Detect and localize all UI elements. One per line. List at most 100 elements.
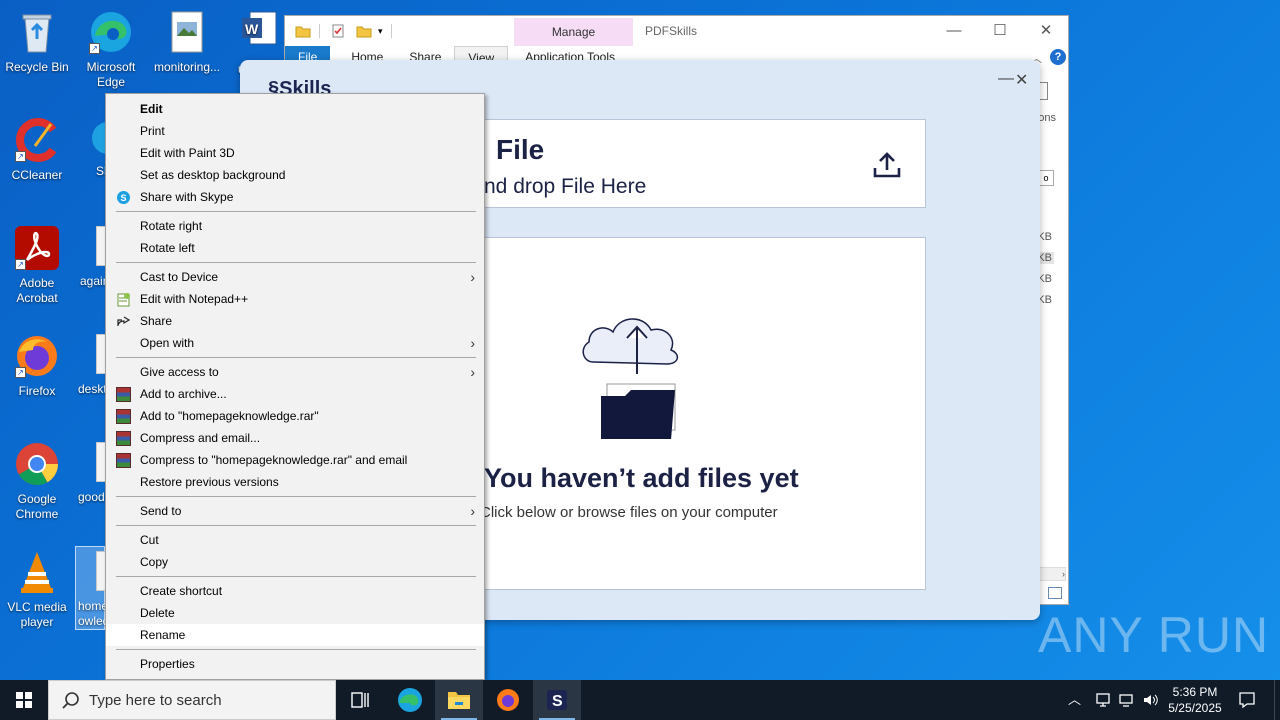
taskbar-edge[interactable] xyxy=(386,680,434,720)
volume-icon[interactable] xyxy=(1142,692,1160,708)
pdfskills-icon: S xyxy=(547,690,567,710)
shortcut-arrow-icon: ↗ xyxy=(89,43,100,54)
menu-item-add-to-archive[interactable]: Add to archive... xyxy=(106,383,484,405)
network-icon[interactable] xyxy=(1094,692,1112,708)
menu-item-compress-to-rar-and-email[interactable]: Compress to "homepageknowledge.rar" and … xyxy=(106,449,484,471)
menu-item-set-as-desktop-background[interactable]: Set as desktop background xyxy=(106,164,484,186)
start-button[interactable] xyxy=(0,680,48,720)
notifications-icon[interactable] xyxy=(1238,691,1256,709)
display-icon[interactable] xyxy=(1118,692,1136,708)
desktop-icon-homepageknowledge-selected[interactable]: home owled xyxy=(75,546,109,630)
menu-item-edit-with-paint-3d[interactable]: Edit with Paint 3D xyxy=(106,142,484,164)
winrar-icon xyxy=(116,409,131,424)
menu-item-edit[interactable]: Edit xyxy=(106,98,484,120)
vlc-icon xyxy=(13,548,61,596)
upload-icon[interactable] xyxy=(873,150,901,178)
menu-separator xyxy=(116,525,476,526)
folder-icon xyxy=(295,26,311,38)
menu-item-restore-previous-versions[interactable]: Restore previous versions xyxy=(106,471,484,493)
taskbar-pdfskills[interactable]: S xyxy=(533,680,581,720)
show-hidden-icons[interactable]: ︿ xyxy=(1068,680,1081,720)
menu-item-give-access-to[interactable]: Give access to › xyxy=(106,361,484,383)
menu-separator xyxy=(116,262,476,263)
menu-separator xyxy=(116,496,476,497)
winrar-icon xyxy=(116,453,131,468)
word-icon: W xyxy=(240,8,282,56)
menu-item-print[interactable]: Print xyxy=(106,120,484,142)
minimize-icon[interactable]: — xyxy=(931,16,977,46)
show-desktop-button[interactable] xyxy=(1274,680,1280,720)
clock-time: 5:36 PM xyxy=(1172,685,1218,699)
winrar-icon xyxy=(116,387,131,402)
horizontal-scrollbar[interactable]: › xyxy=(1038,567,1066,581)
submenu-arrow-icon: › xyxy=(470,503,475,519)
desktop-icon-acrobat[interactable]: ↗ Adobe Acrobat xyxy=(0,224,74,306)
explorer-titlebar[interactable]: ▾ Manage PDFSkills — ☐ ✕ xyxy=(285,16,1068,46)
menu-item-delete[interactable]: Delete xyxy=(106,602,484,624)
details-view-icon[interactable] xyxy=(1048,587,1062,599)
search-placeholder: Type here to search xyxy=(89,692,222,709)
desktop-icon-label: CCleaner xyxy=(11,168,63,182)
search-box-icon[interactable]: o xyxy=(1038,170,1054,186)
submenu-arrow-icon: › xyxy=(470,335,475,351)
menu-item-share[interactable]: Share xyxy=(106,310,484,332)
file-subtitle: nd drop File Here xyxy=(484,175,647,198)
file-drop-area[interactable]: You haven’t add files yet Click below or… xyxy=(480,237,926,590)
menu-separator xyxy=(116,211,476,212)
menu-item-edit-with-notepad[interactable]: Edit with Notepad++ xyxy=(106,288,484,310)
menu-item-send-to[interactable]: Send to › xyxy=(106,500,484,522)
desktop-icon-chrome[interactable]: Google Chrome xyxy=(0,440,74,522)
menu-item-create-shortcut[interactable]: Create shortcut xyxy=(106,580,484,602)
menu-item-compress-and-email[interactable]: Compress and email... xyxy=(106,427,484,449)
help-icon[interactable]: ? xyxy=(1050,49,1066,65)
menu-item-rotate-left[interactable]: Rotate left xyxy=(106,237,484,259)
desktop-icon-label: monitoring... xyxy=(153,60,221,74)
menu-item-rotate-right[interactable]: Rotate right xyxy=(106,215,484,237)
desktop-icon-ccleaner[interactable]: ↗ CCleaner xyxy=(0,116,74,183)
tab-manage[interactable]: Manage xyxy=(514,18,633,46)
file-title: File xyxy=(496,134,545,165)
upload-file-card[interactable]: File nd drop File Here xyxy=(483,119,926,208)
desktop-icon-label: home xyxy=(78,599,109,613)
ccleaner-icon: ↗ xyxy=(13,116,61,164)
taskbar-search-box[interactable]: Type here to search xyxy=(48,680,336,720)
desktop-icon-monitoring[interactable]: monitoring... xyxy=(150,8,224,75)
shortcut-arrow-icon: ↗ xyxy=(15,259,26,270)
submenu-arrow-icon: › xyxy=(470,364,475,380)
desktop-icon-label: Adobe Acrobat xyxy=(16,276,58,305)
desktop-icon-vlc[interactable]: VLC media player xyxy=(0,548,74,630)
desktop-icon-recycle-bin[interactable]: Recycle Bin xyxy=(0,8,74,75)
desktop-icon-firefox[interactable]: ↗ Firefox xyxy=(0,332,74,399)
menu-item-share-with-skype[interactable]: S Share with Skype xyxy=(106,186,484,208)
task-view-button[interactable] xyxy=(336,680,384,720)
menu-separator xyxy=(116,357,476,358)
anyrun-watermark: ANY RUN xyxy=(1038,607,1270,663)
menu-item-rename[interactable]: Rename xyxy=(106,624,484,646)
close-icon[interactable]: ✕ xyxy=(1023,16,1069,46)
close-icon[interactable]: ✕ xyxy=(1015,70,1028,90)
context-menu: Edit Print Edit with Paint 3D Set as des… xyxy=(105,93,485,680)
menu-item-cast-to-device[interactable]: Cast to Device › xyxy=(106,266,484,288)
menu-item-add-to-rar[interactable]: Add to "homepageknowledge.rar" xyxy=(106,405,484,427)
desktop-icon-label: Recycle Bin xyxy=(5,60,69,74)
menu-item-properties[interactable]: Properties xyxy=(106,653,484,675)
window-title: PDFSkills xyxy=(645,24,698,38)
menu-item-open-with[interactable]: Open with › xyxy=(106,332,484,354)
taskbar-clock[interactable]: 5:36 PM 5/25/2025 xyxy=(1160,684,1230,716)
quick-access-dropdown-icon[interactable]: ▾ xyxy=(378,26,383,37)
desktop-icon-edge[interactable]: ↗ Microsoft Edge xyxy=(74,8,148,90)
shortcut-arrow-icon: ↗ xyxy=(15,367,26,378)
properties-icon[interactable] xyxy=(330,24,346,38)
maximize-icon[interactable]: ☐ xyxy=(977,16,1023,46)
taskbar-firefox[interactable] xyxy=(484,680,532,720)
menu-item-cut[interactable]: Cut xyxy=(106,529,484,551)
minimize-icon[interactable]: — xyxy=(998,70,1014,88)
menu-separator xyxy=(116,649,476,650)
image-file-icon xyxy=(163,8,211,56)
taskbar-file-explorer[interactable] xyxy=(435,680,483,720)
skype-icon xyxy=(88,118,105,158)
new-folder-icon[interactable] xyxy=(356,24,372,38)
menu-item-copy[interactable]: Copy xyxy=(106,551,484,573)
empty-state-title: You haven’t add files yet xyxy=(484,463,799,493)
recycle-bin-icon xyxy=(13,8,61,56)
